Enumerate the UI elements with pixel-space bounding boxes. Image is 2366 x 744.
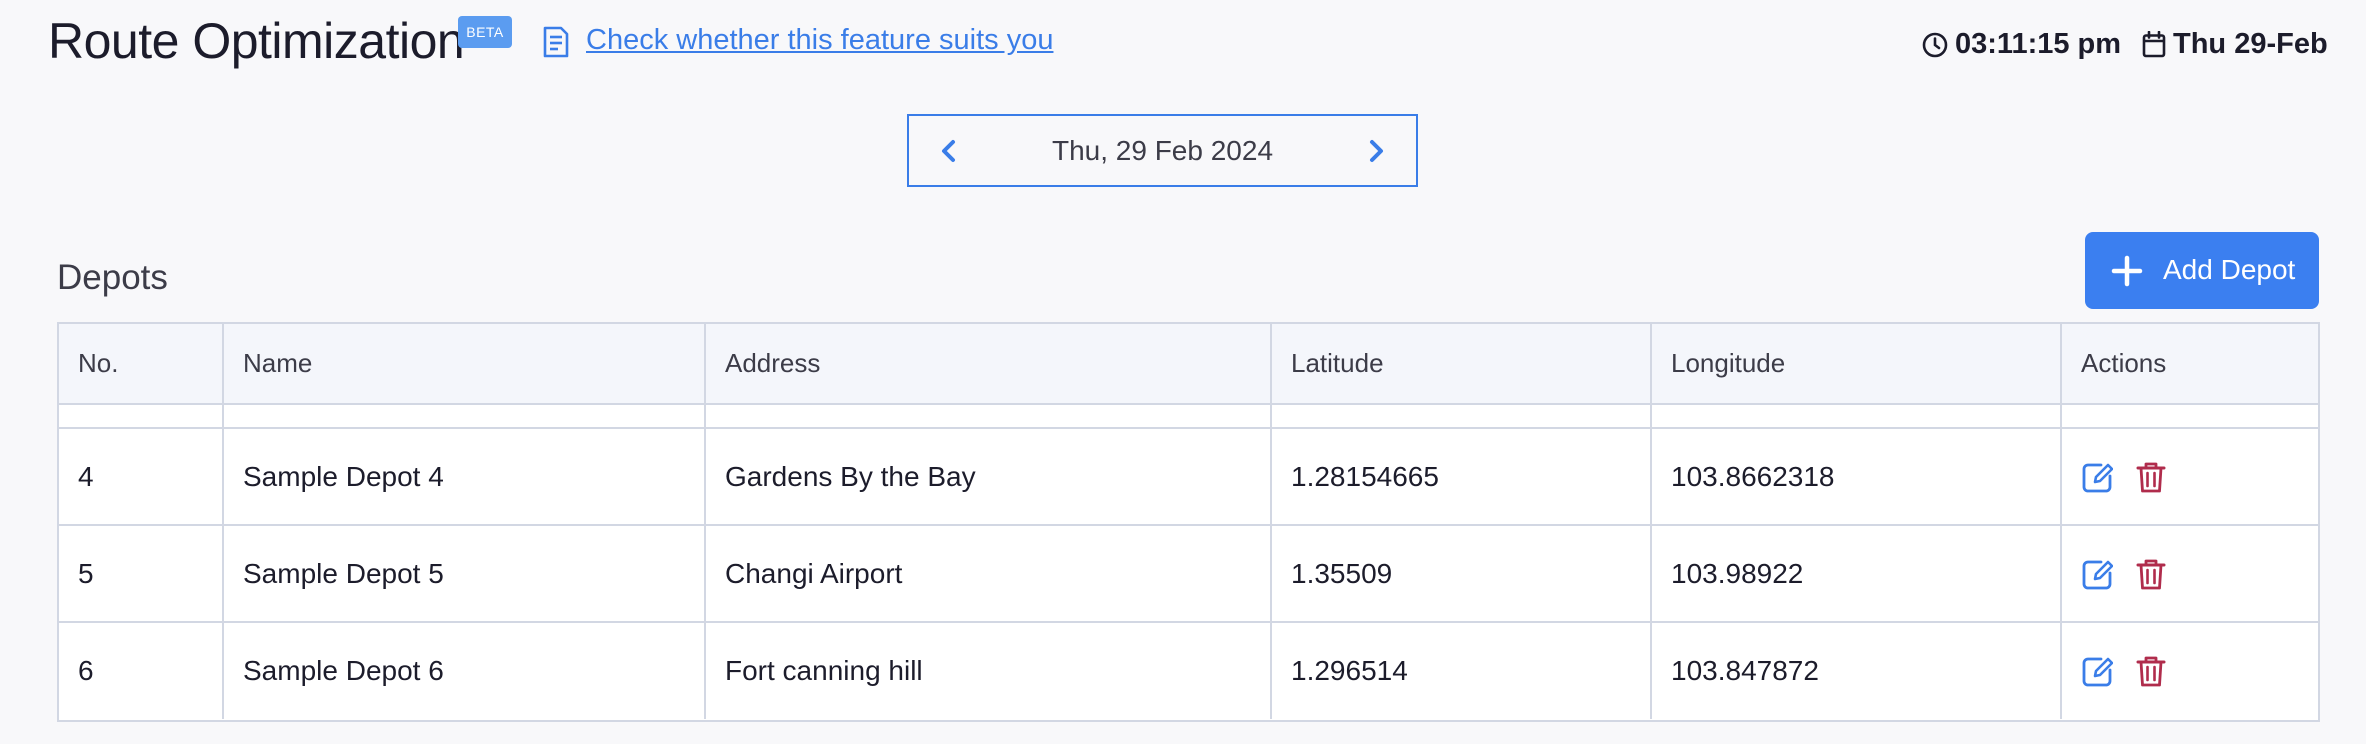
cell-address: Gardens By the Bay <box>705 428 1272 526</box>
cell-actions <box>2061 428 2318 526</box>
table-row: 6 Sample Depot 6 Fort canning hill 1.296… <box>59 622 2318 719</box>
cell-name: Sample Depot 4 <box>223 428 706 526</box>
column-header-address: Address <box>705 324 1272 405</box>
cell-longitude: 103.98922 <box>1651 525 2062 623</box>
depots-section-title: Depots <box>57 258 168 297</box>
date-navigator: Thu, 29 Feb 2024 <box>907 114 1418 187</box>
clock-icon <box>1922 32 1948 58</box>
cell-address: Changi Airport <box>705 525 1272 623</box>
column-header-latitude: Latitude <box>1271 324 1652 405</box>
chevron-right-icon[interactable] <box>1359 134 1393 168</box>
current-date: Thu 29-Feb <box>2173 28 2328 60</box>
edit-icon[interactable] <box>2081 654 2113 688</box>
feature-suitability-link[interactable]: Check whether this feature suits you <box>586 24 1053 57</box>
page-header: Route Optimization BETA Check whether th… <box>0 0 2366 90</box>
cell-address: Fort canning hill <box>705 622 1272 719</box>
column-header-actions: Actions <box>2061 324 2318 405</box>
edit-icon[interactable] <box>2081 460 2113 494</box>
selected-date-label[interactable]: Thu, 29 Feb 2024 <box>969 135 1356 167</box>
table-header-row: No. Name Address Latitude Longitude Acti… <box>59 324 2318 405</box>
add-depot-button[interactable]: Add Depot <box>2085 232 2319 309</box>
cell-actions <box>2061 622 2318 719</box>
current-time: 03:11:15 pm <box>1955 28 2122 60</box>
column-header-name: Name <box>223 324 706 405</box>
cell-longitude: 103.847872 <box>1651 622 2062 719</box>
edit-icon[interactable] <box>2081 557 2113 591</box>
cell-latitude: 1.296514 <box>1271 622 1652 719</box>
plus-icon <box>2111 255 2143 287</box>
cell-latitude: 1.28154665 <box>1271 428 1652 526</box>
trash-icon[interactable] <box>2135 557 2167 591</box>
column-header-no: No. <box>59 324 224 405</box>
cell-no: 4 <box>59 428 224 526</box>
cell-latitude: 1.35509 <box>1271 525 1652 623</box>
page-title: Route Optimization <box>48 13 465 69</box>
cell-name: Sample Depot 5 <box>223 525 706 623</box>
cell-actions <box>2061 525 2318 623</box>
document-icon[interactable] <box>542 26 570 58</box>
table-scrolled-row-remnant <box>59 404 2318 429</box>
cell-no: 5 <box>59 525 224 623</box>
add-depot-label: Add Depot <box>2163 254 2296 285</box>
table-row: 5 Sample Depot 5 Changi Airport 1.35509 … <box>59 525 2318 623</box>
depots-table: No. Name Address Latitude Longitude Acti… <box>57 322 2320 722</box>
trash-icon[interactable] <box>2135 654 2167 688</box>
trash-icon[interactable] <box>2135 460 2167 494</box>
cell-no: 6 <box>59 622 224 719</box>
cell-longitude: 103.8662318 <box>1651 428 2062 526</box>
chevron-left-icon[interactable] <box>932 134 966 168</box>
beta-badge: BETA <box>458 16 512 48</box>
column-header-longitude: Longitude <box>1651 324 2062 405</box>
calendar-icon <box>2142 31 2166 58</box>
cell-name: Sample Depot 6 <box>223 622 706 719</box>
table-row: 4 Sample Depot 4 Gardens By the Bay 1.28… <box>59 428 2318 526</box>
